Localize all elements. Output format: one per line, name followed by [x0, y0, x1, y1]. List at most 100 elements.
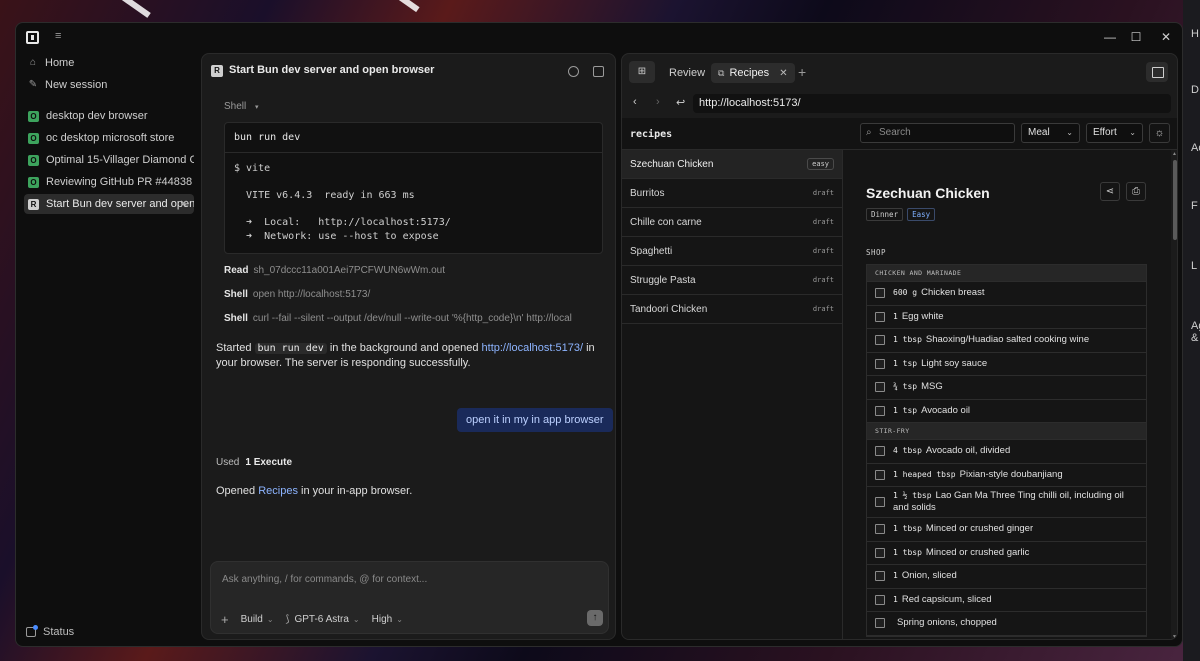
new-tab-button[interactable]: +: [798, 63, 806, 81]
ingredient-row[interactable]: 1 tsp Avocado oil: [867, 400, 1146, 423]
prompt-input[interactable]: Ask anything, / for commands, @ for cont…: [222, 574, 427, 585]
sidebar-session-active[interactable]: R Start Bun dev server and open ✕: [24, 194, 194, 214]
detail-scrollbar[interactable]: ▲ ▼: [1171, 150, 1177, 639]
add-attachment-button[interactable]: +: [221, 612, 229, 627]
ingredient-row[interactable]: 1 heaped tbsp Pixian-style doubanjiang: [867, 464, 1146, 487]
forward-icon[interactable]: ›: [656, 96, 660, 108]
checkbox[interactable]: [875, 618, 885, 629]
recipe-item[interactable]: Burritos draft: [622, 179, 842, 208]
checkbox[interactable]: [875, 524, 885, 535]
scroll-down-icon[interactable]: ▼: [1172, 634, 1177, 639]
maximize-button[interactable]: ☐: [1126, 29, 1146, 45]
tab-review[interactable]: Review: [662, 63, 712, 83]
checkbox[interactable]: [875, 405, 885, 416]
checkbox[interactable]: [875, 358, 885, 369]
checkbox[interactable]: [875, 469, 885, 480]
status-button[interactable]: Status: [26, 625, 74, 638]
send-button[interactable]: ↑: [587, 610, 603, 626]
ingredient-name: Red capsicum, sliced: [901, 593, 992, 605]
close-window-button[interactable]: ✕: [1156, 29, 1176, 45]
ingredient-row[interactable]: 1 tbsp Minced or crushed ginger: [867, 518, 1146, 542]
effort-select[interactable]: High ⌄: [372, 614, 403, 625]
mode-select[interactable]: Build ⌄: [241, 614, 274, 625]
recipe-item[interactable]: Tandoori Chicken draft: [622, 295, 842, 324]
url-input[interactable]: http://localhost:5173/: [693, 94, 1171, 113]
tool-call[interactable]: Shell open http://localhost:5173/: [224, 289, 609, 300]
recipes-link[interactable]: Recipes: [258, 485, 298, 497]
ingredient-qty: 1 tbsp: [893, 524, 922, 534]
used-summary[interactable]: Used 1 Execute: [216, 457, 292, 468]
tool-call[interactable]: Shell curl --fail --silent --output /dev/…: [224, 313, 609, 324]
theme-toggle-icon[interactable]: ☼: [1149, 123, 1170, 143]
chat-header: R Start Bun dev server and open browser …: [202, 54, 615, 88]
ingredient-row[interactable]: 4 tbsp Avocado oil, divided: [867, 440, 1146, 464]
checkbox[interactable]: [875, 594, 885, 605]
sidebar-toggle-icon[interactable]: [1146, 62, 1168, 82]
ingredient-row[interactable]: 1 Onion, sliced: [867, 565, 1146, 589]
menu-icon[interactable]: ≡: [55, 31, 65, 42]
recipes-toolbar: recipes ⌕ Search Meal ⌄ Effort ⌄ ☼: [622, 118, 1177, 150]
new-window-icon[interactable]: [593, 66, 604, 77]
close-tab-icon[interactable]: ✕: [779, 68, 787, 79]
model-select[interactable]: ⟆ GPT-6 Astra ⌄: [286, 614, 360, 625]
sidebar-new-session[interactable]: ✎ New session: [24, 75, 194, 95]
sidebar-session[interactable]: O Optimal 15-Villager Diamond Gear: [24, 150, 194, 170]
ingredient-row[interactable]: ¾ tsp MSG: [867, 376, 1146, 400]
checkbox[interactable]: [875, 497, 885, 507]
session-badge-icon: O: [28, 176, 39, 188]
checkbox[interactable]: [875, 335, 885, 346]
sidebar-session[interactable]: O Reviewing GitHub PR #44838: [24, 172, 194, 192]
recipe-item[interactable]: Szechuan Chicken easy: [622, 150, 842, 179]
app-logo-icon: [26, 31, 39, 44]
shell-toggle[interactable]: Shell ▾: [224, 101, 259, 112]
checkbox[interactable]: [875, 382, 885, 393]
assistant-message: Opened Recipes in your in-app browser.: [216, 484, 606, 499]
more-options-icon[interactable]: ···: [405, 63, 416, 75]
ingredient-row[interactable]: 600 g Chicken breast: [867, 282, 1146, 306]
sidebar-item-label: Reviewing GitHub PR #44838: [46, 176, 193, 188]
checkbox[interactable]: [875, 571, 885, 582]
recipe-item[interactable]: Spaghetti draft: [622, 237, 842, 266]
ingredient-row[interactable]: 1 Egg white: [867, 306, 1146, 329]
sidebar-home[interactable]: ⌂ Home: [24, 53, 194, 73]
composer[interactable]: Ask anything, / for commands, @ for cont…: [210, 561, 609, 634]
site-brand[interactable]: recipes: [630, 129, 672, 140]
meal-select[interactable]: Meal ⌄: [1021, 123, 1080, 143]
close-session-icon[interactable]: ✕: [180, 199, 188, 210]
ingredient-row[interactable]: 1 Red capsicum, sliced: [867, 589, 1146, 612]
share-icon[interactable]: ⋖: [1100, 182, 1120, 201]
ingredient-row[interactable]: Spring onions, chopped: [867, 612, 1146, 636]
ingredient-name: Pixian-style doubanjiang: [959, 468, 1063, 480]
tree-view-icon[interactable]: ⊞: [629, 61, 655, 83]
sidebar-session[interactable]: O desktop dev browser: [24, 106, 194, 126]
home-icon: ⌂: [29, 57, 37, 68]
recipe-item[interactable]: Struggle Pasta draft: [622, 266, 842, 295]
circle-icon[interactable]: [568, 66, 579, 77]
scroll-up-icon[interactable]: ▲: [1172, 151, 1177, 157]
tab-recipes[interactable]: ⧉ Recipes ✕: [711, 63, 795, 83]
shell-command: bun run dev: [225, 123, 602, 153]
checkbox[interactable]: [875, 446, 885, 457]
checkbox[interactable]: [875, 547, 885, 558]
effort-filter-select[interactable]: Effort ⌄: [1086, 123, 1143, 143]
ingredient-row[interactable]: 1 tbsp Minced or crushed garlic: [867, 542, 1146, 565]
recipe-title: Szechuan Chicken: [866, 185, 990, 201]
ingredient-row[interactable]: 1 tsp Light soy sauce: [867, 353, 1146, 376]
scrollbar-thumb[interactable]: [1173, 160, 1177, 240]
checkbox[interactable]: [875, 311, 885, 322]
reload-icon[interactable]: ↩: [676, 96, 685, 109]
print-icon[interactable]: ⎙: [1126, 182, 1146, 201]
tool-call[interactable]: Read sh_07dccc11a001Aei7PCFWUN6wWm.out: [224, 265, 609, 276]
recipe-search-input[interactable]: ⌕ Search: [860, 123, 1015, 143]
localhost-link[interactable]: http://localhost:5173/: [482, 342, 584, 354]
checkbox[interactable]: [875, 288, 885, 299]
inline-code: bun run dev: [254, 343, 327, 354]
ingredient-row[interactable]: 1 ½ tbsp Lao Gan Ma Three Ting chilli oil…: [867, 487, 1146, 518]
recipe-name: Szechuan Chicken: [630, 158, 714, 170]
user-message: open it in my in app browser: [457, 408, 613, 432]
minimize-button[interactable]: —: [1100, 29, 1120, 45]
sidebar-session[interactable]: O oc desktop microsoft store: [24, 128, 194, 148]
back-icon[interactable]: ‹: [633, 96, 637, 108]
ingredient-row[interactable]: 1 tbsp Shaoxing/Huadiao salted cooking wi…: [867, 329, 1146, 353]
recipe-item[interactable]: Chille con carne draft: [622, 208, 842, 237]
